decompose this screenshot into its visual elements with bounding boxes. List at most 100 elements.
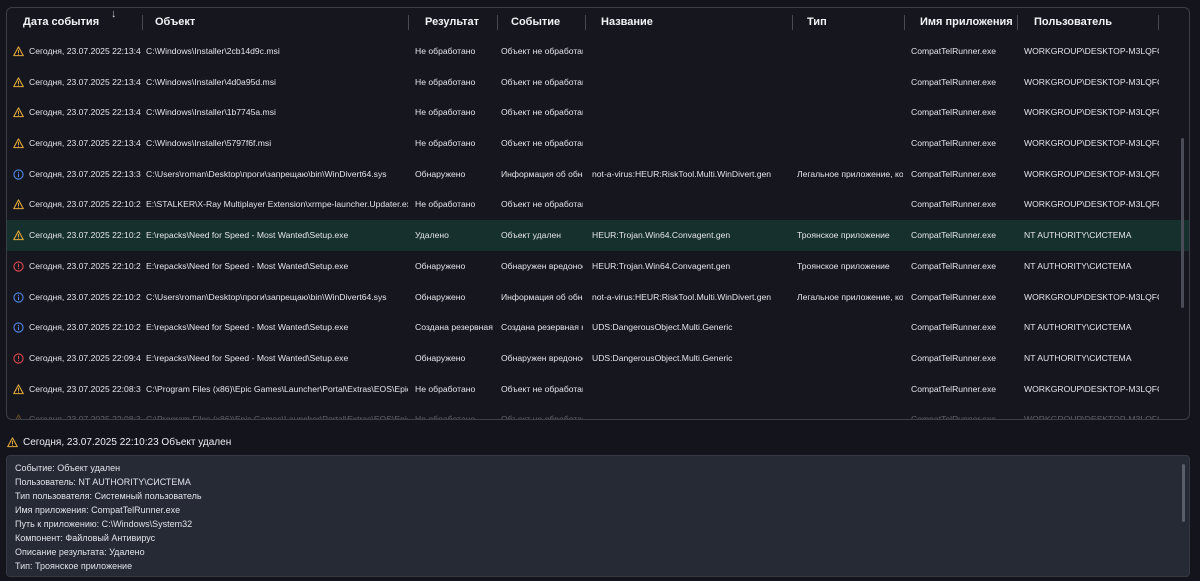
cell-date: Сегодня, 23.07.2025 22:10:23 — [29, 260, 141, 271]
detail-line: Пользователь: NT AUTHORITY\СИСТЕМА — [15, 477, 191, 487]
cell-date: Сегодня, 23.07.2025 22:13:42 — [29, 138, 141, 149]
col-date-header[interactable]: Дата события — [23, 8, 99, 36]
cell-user: NT AUTHORITY\СИСТЕМА — [1024, 322, 1132, 333]
cell-event: Объект не обработан — [501, 404, 583, 419]
info-icon — [13, 169, 24, 180]
table-row[interactable]: Сегодня, 23.07.2025 22:10:22 C:\Users\rom… — [7, 282, 1189, 313]
cell-date: Сегодня, 23.07.2025 22:13:42 — [29, 46, 141, 56]
table-row[interactable]: Сегодня, 23.07.2025 22:13:42 C:\Windows\I… — [7, 128, 1189, 159]
cell-name: not-a-virus:HEUR:RiskTool.Multi.WinDiver… — [592, 291, 772, 302]
cell-event: Объект не обработан — [501, 199, 583, 210]
table-row[interactable]: Сегодня, 23.07.2025 22:09:49 E:\repacks\N… — [7, 343, 1189, 374]
sort-desc-icon[interactable]: ↓ — [111, 8, 117, 20]
col-app-header[interactable]: Имя приложения — [920, 8, 1013, 36]
table-body: Сегодня, 23.07.2025 22:13:42 C:\Windows\I… — [7, 36, 1189, 419]
cell-object: E:\repacks\Need for Speed - Most Wanted\… — [146, 352, 349, 363]
cell-date: Сегодня, 23.07.2025 22:09:49 — [29, 352, 141, 363]
warning-icon — [13, 414, 24, 419]
cell-app: CompatTelRunner.exe — [911, 46, 997, 56]
cell-object: C:\Windows\Installer\4d0a95d.msi — [146, 76, 276, 87]
cell-object: C:\Program Files (x86)\Epic Games\Launch… — [146, 404, 408, 419]
cell-name — [592, 128, 788, 159]
cell-name: UDS:DangerousObject.Multi.Generic — [592, 352, 733, 363]
table-row[interactable]: Сегодня, 23.07.2025 22:13:42 C:\Windows\I… — [7, 97, 1189, 128]
cell-result: Создана резервная копия — [415, 322, 494, 333]
cell-result: Не обработано — [415, 138, 476, 149]
col-type-header[interactable]: Тип — [807, 8, 827, 36]
cell-app: CompatTelRunner.exe — [911, 352, 997, 363]
cell-app: CompatTelRunner.exe — [911, 168, 997, 179]
cell-user: WORKGROUP\DESKTOP-M3LQFGK$ — [1024, 138, 1159, 149]
cell-type — [797, 97, 903, 128]
cell-type — [797, 343, 903, 374]
detail-line: Тип пользователя: Системный пользователь — [15, 491, 202, 501]
cell-object: C:\Windows\Installer\2cb14d9c.msi — [146, 46, 280, 56]
column-divider[interactable] — [1158, 15, 1159, 30]
column-divider[interactable] — [585, 15, 586, 30]
cell-date: Сегодня, 23.07.2025 22:13:42 — [29, 107, 141, 118]
column-divider[interactable] — [904, 15, 905, 30]
table-row[interactable]: Сегодня, 23.07.2025 22:08:32 C:\Program F… — [7, 374, 1189, 405]
table-row[interactable]: Сегодня, 23.07.2025 22:10:23 E:\repacks\N… — [7, 251, 1189, 282]
cell-name — [592, 97, 788, 128]
cell-type — [797, 404, 903, 419]
cell-name — [592, 404, 788, 419]
table-row-selected[interactable]: Сегодня, 23.07.2025 22:10:23 E:\repacks\N… — [7, 220, 1189, 251]
cell-type — [797, 189, 903, 220]
column-divider[interactable] — [497, 15, 498, 30]
cell-user: NT AUTHORITY\СИСТЕМА — [1024, 352, 1132, 363]
cell-type: Троянское приложение — [797, 230, 890, 241]
warning-icon — [13, 107, 24, 118]
cell-object: E:\STALKER\X-Ray Multiplayer Extension\x… — [146, 199, 408, 210]
cell-result: Не обработано — [415, 383, 476, 394]
table-row[interactable]: Сегодня, 23.07.2025 22:08:32 C:\Program F… — [7, 404, 1189, 419]
col-user-header[interactable]: Пользователь — [1034, 8, 1112, 36]
column-divider[interactable] — [792, 15, 793, 30]
col-result-header[interactable]: Результат — [425, 8, 479, 36]
detail-line: Событие: Объект удален — [15, 463, 121, 473]
cell-name: UDS:DangerousObject.Multi.Generic — [592, 322, 733, 333]
cell-result: Обнаружено — [415, 352, 466, 363]
table-row[interactable]: Сегодня, 23.07.2025 22:13:42 C:\Windows\I… — [7, 67, 1189, 98]
cell-date: Сегодня, 23.07.2025 22:10:23 — [29, 230, 141, 241]
cell-event: Обнаружен вредоносный объект — [501, 352, 583, 363]
table-row[interactable]: Сегодня, 23.07.2025 22:13:39 C:\Users\rom… — [7, 159, 1189, 190]
column-divider[interactable] — [142, 15, 143, 30]
cell-event: Объект удален — [501, 230, 561, 241]
details-scrollbar[interactable] — [1182, 464, 1185, 522]
cell-user: WORKGROUP\DESKTOP-M3LQFGK$ — [1024, 76, 1159, 87]
detail-line: Имя приложения: CompatTelRunner.exe — [15, 505, 181, 515]
cell-date: Сегодня, 23.07.2025 22:08:32 — [29, 383, 141, 394]
cell-event: Создана резервная копия объекта — [501, 322, 583, 333]
cell-name: not-a-virus:HEUR:RiskTool.Multi.WinDiver… — [592, 168, 772, 179]
col-name-header[interactable]: Название — [601, 8, 653, 36]
cell-event: Объект не обработан — [501, 383, 583, 394]
table-scrollbar[interactable] — [1181, 138, 1184, 308]
cell-object: C:\Users\roman\Desktop\проги\запрещаю\bi… — [146, 291, 387, 302]
warning-icon — [13, 46, 24, 57]
cell-event: Объект не обработан — [501, 138, 583, 149]
danger-icon — [13, 261, 24, 272]
cell-user: WORKGROUP\DESKTOP-M3LQFGK$ — [1024, 404, 1159, 419]
table-row[interactable]: Сегодня, 23.07.2025 22:13:42 C:\Windows\I… — [7, 36, 1189, 67]
table-row[interactable]: Сегодня, 23.07.2025 22:10:20 E:\repacks\N… — [7, 312, 1189, 343]
cell-object: C:\Program Files (x86)\Epic Games\Launch… — [146, 383, 408, 394]
cell-name — [592, 67, 788, 98]
cell-app: CompatTelRunner.exe — [911, 383, 997, 394]
column-divider[interactable] — [1017, 15, 1018, 30]
cell-type — [797, 128, 903, 159]
cell-type — [797, 374, 903, 405]
cell-result: Обнаружено — [415, 260, 466, 271]
detail-line: Путь к приложению: C:\Windows\System32 — [15, 519, 193, 529]
cell-type — [797, 36, 903, 67]
col-event-header[interactable]: Событие — [511, 8, 560, 36]
details-title-text: Сегодня, 23.07.2025 22:10:23 Объект удал… — [23, 437, 232, 448]
cell-result: Не обработано — [415, 404, 494, 419]
column-divider[interactable] — [408, 15, 409, 30]
table-row[interactable]: Сегодня, 23.07.2025 22:10:26 E:\STALKER\X… — [7, 189, 1189, 220]
cell-date: Сегодня, 23.07.2025 22:13:42 — [29, 76, 141, 87]
info-icon — [13, 291, 24, 303]
warning-icon — [13, 230, 24, 241]
col-object-header[interactable]: Объект — [155, 8, 195, 36]
cell-user: NT AUTHORITY\СИСТЕМА — [1024, 230, 1132, 241]
